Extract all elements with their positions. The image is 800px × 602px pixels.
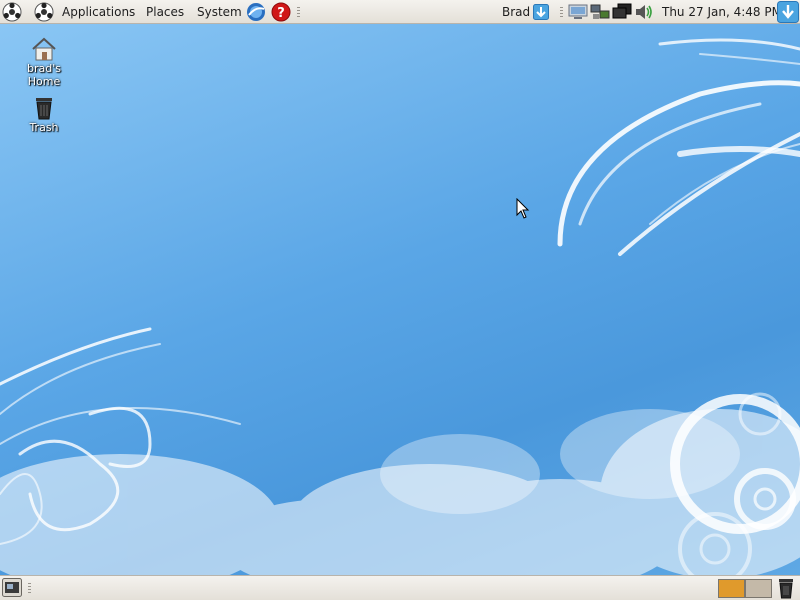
workspace-1[interactable]: [718, 579, 745, 598]
panel-drag-handle[interactable]: [297, 7, 300, 17]
top-panel: Applications Places System ? Brad Thu 27…: [0, 0, 800, 24]
places-menu-label: Places: [146, 5, 185, 19]
trash-icon: [779, 579, 793, 599]
applications-logo-icon[interactable]: [34, 0, 54, 24]
wallpaper-art: [0, 38, 800, 575]
desktop-icon-trash[interactable]: Trash: [12, 95, 76, 134]
update-notifier-icon[interactable]: [777, 0, 799, 24]
desktop-icon-home-label: brad's Home: [27, 62, 61, 88]
system-menu-label: System: [197, 5, 242, 19]
help-launcher-icon[interactable]: ?: [271, 0, 291, 24]
network-monitor-icon[interactable]: [568, 0, 588, 24]
panel-drag-handle[interactable]: [560, 7, 563, 17]
display-icon[interactable]: [612, 0, 632, 24]
clock[interactable]: Thu 27 Jan, 4:48 PM: [662, 0, 782, 24]
user-name-label: Brad: [502, 5, 531, 19]
volume-icon[interactable]: [634, 0, 654, 24]
trash-applet[interactable]: [776, 577, 796, 602]
desktop-icon-home[interactable]: brad's Home: [12, 36, 76, 88]
system-menu[interactable]: System: [197, 0, 242, 24]
workspace-2[interactable]: [745, 579, 772, 598]
bottom-panel: [0, 575, 800, 600]
places-menu[interactable]: Places: [146, 0, 184, 24]
applications-menu[interactable]: Applications: [62, 0, 135, 24]
main-menu-logo-icon[interactable]: [2, 0, 22, 24]
web-browser-launcher-icon[interactable]: [246, 0, 266, 24]
mouse-pointer-icon: [516, 198, 530, 219]
trash-icon: [36, 98, 52, 120]
desktop-icon-trash-label: Trash: [29, 121, 59, 134]
home-folder-icon: [32, 37, 56, 61]
applications-menu-label: Applications: [62, 5, 136, 19]
panel-drag-handle[interactable]: [28, 583, 31, 593]
user-switcher[interactable]: Brad: [502, 0, 550, 24]
user-dropdown-icon: [533, 4, 550, 20]
clock-label: Thu 27 Jan, 4:48 PM: [662, 5, 782, 19]
svg-text:?: ?: [277, 6, 285, 21]
desktop[interactable]: brad's Home Trash: [0, 24, 800, 575]
show-desktop-button[interactable]: [2, 578, 22, 600]
network-icon[interactable]: [590, 0, 610, 24]
show-desktop-icon: [2, 578, 22, 597]
